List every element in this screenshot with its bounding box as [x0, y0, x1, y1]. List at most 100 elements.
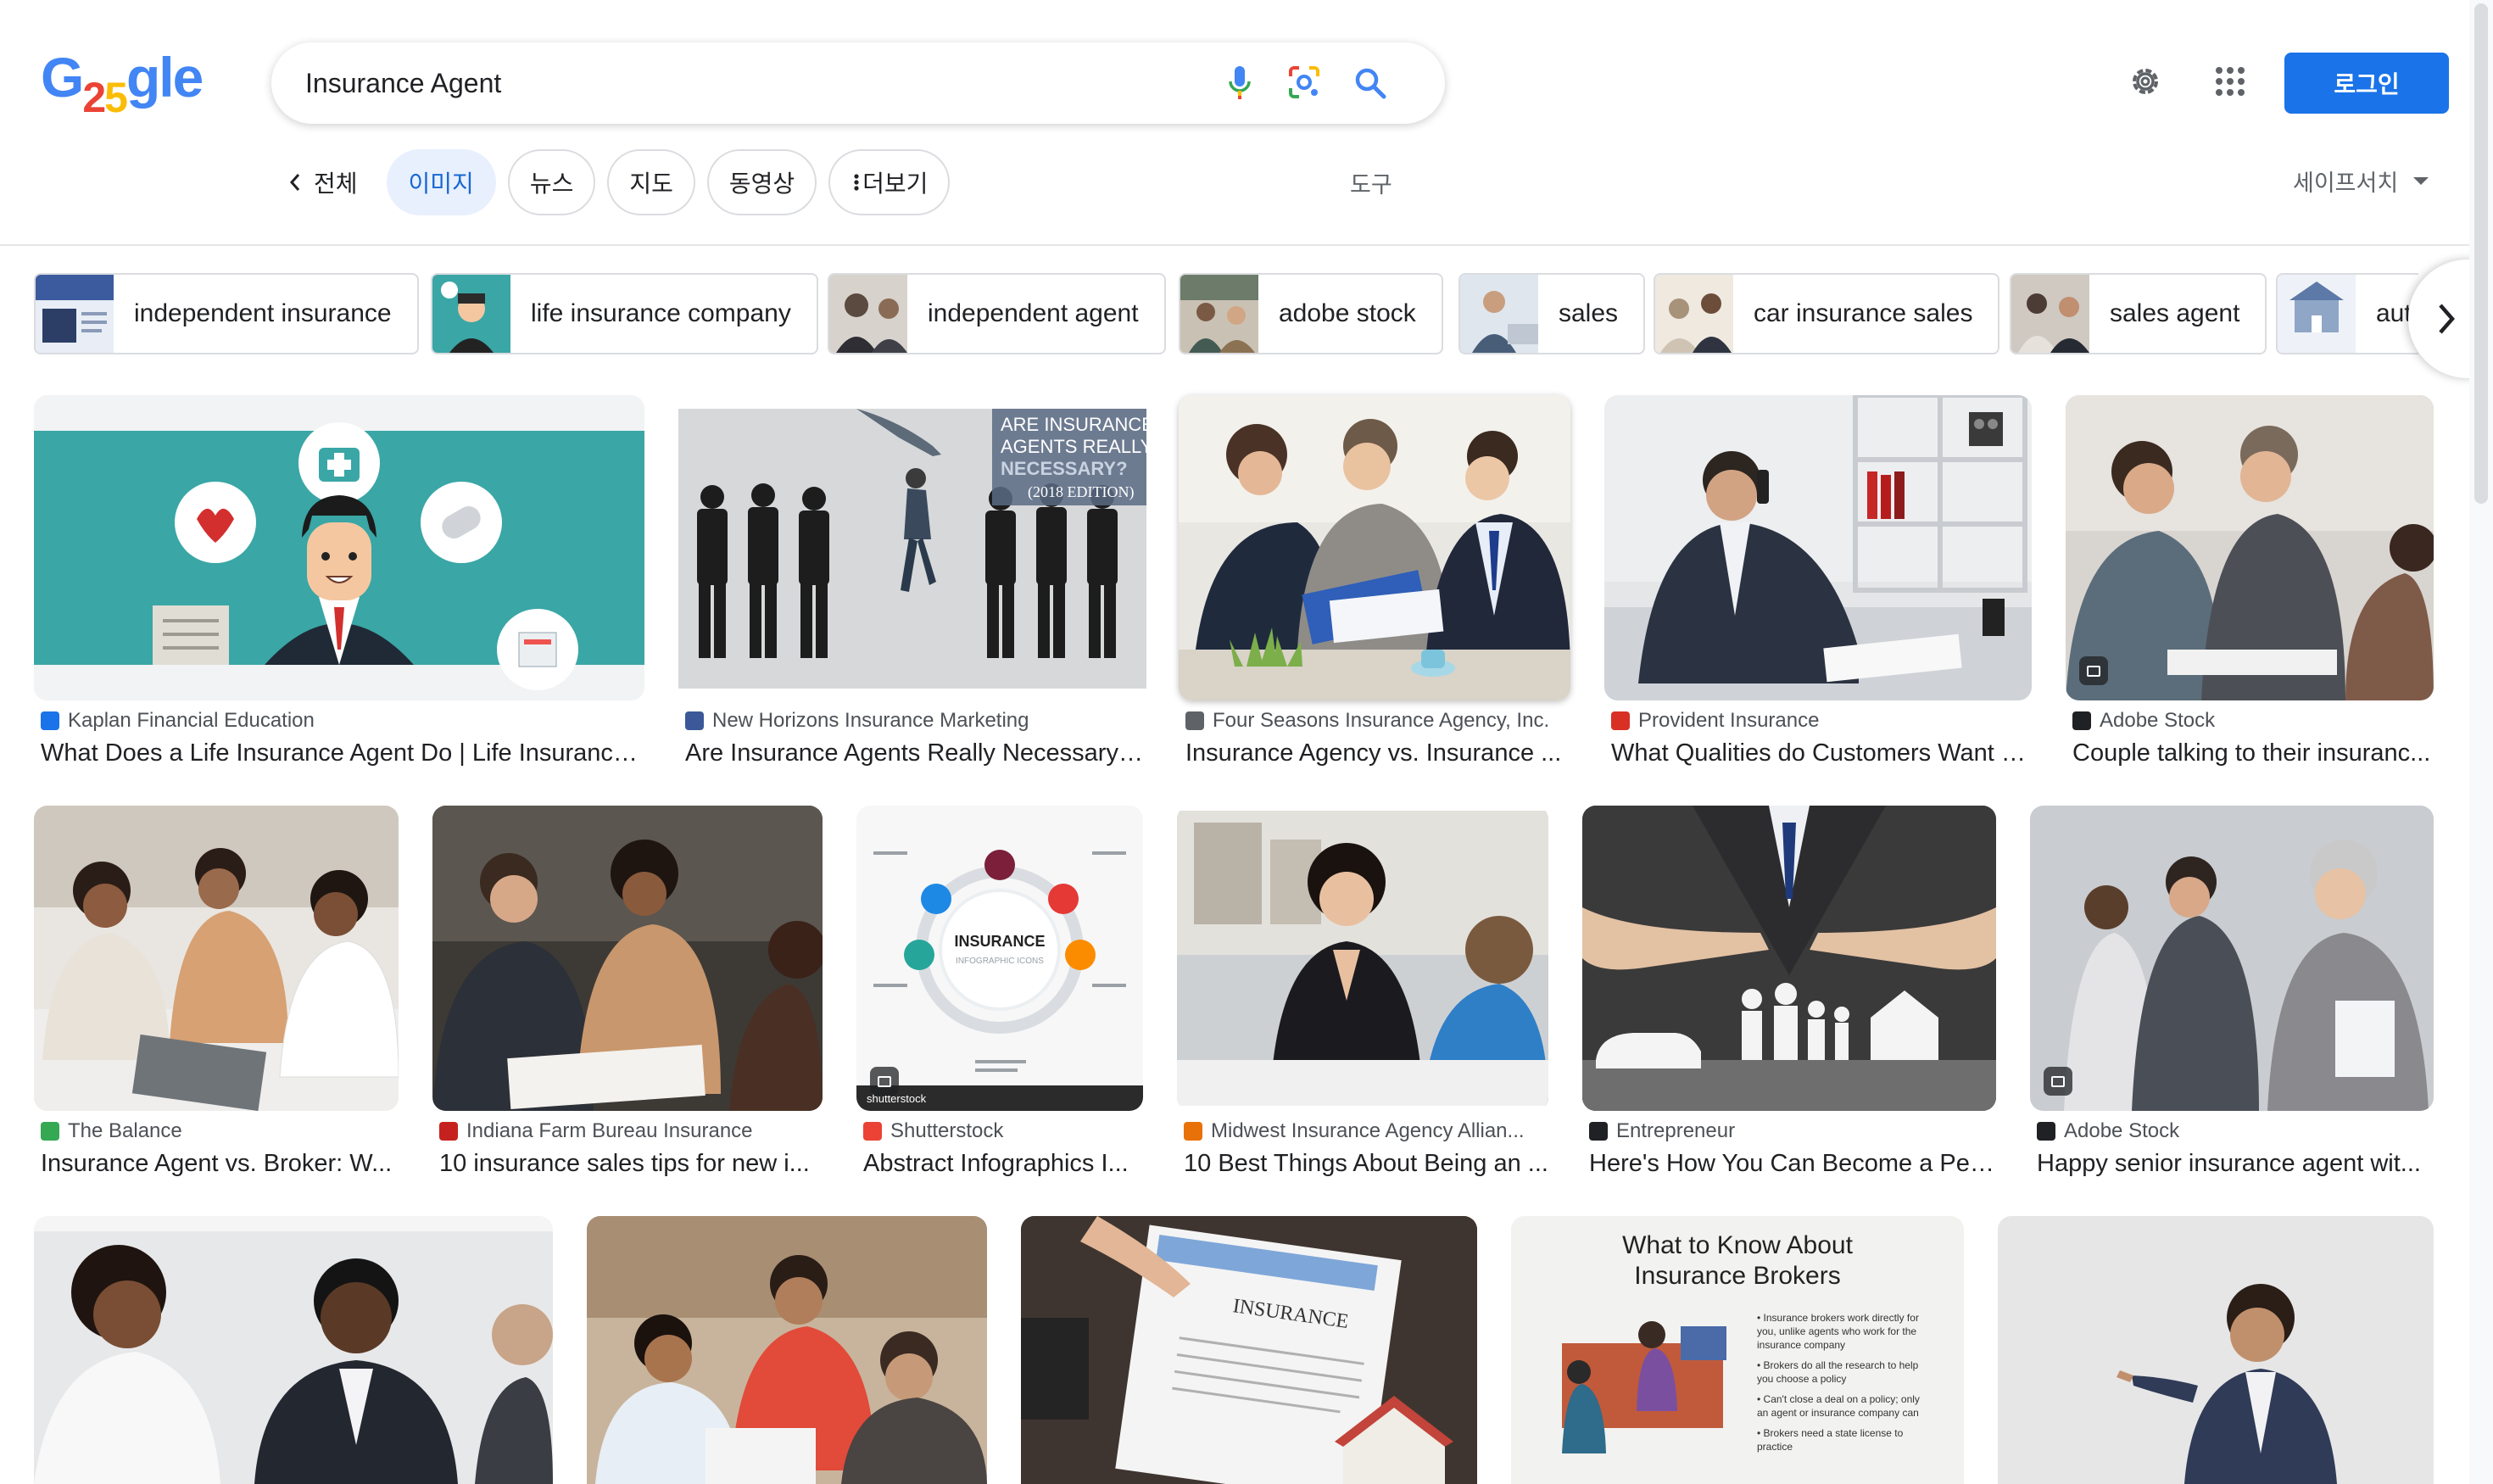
safesearch-dropdown[interactable]: 세이프서치 — [2293, 165, 2429, 198]
result-image[interactable]: INSURANCE INFOGRAPHIC ICONS shutterstock — [856, 806, 1143, 1111]
related-chip[interactable]: adobe stock — [1179, 273, 1443, 354]
search-input[interactable] — [305, 63, 1153, 103]
result-title[interactable]: Are Insurance Agents Really Necessary?..… — [685, 739, 1143, 767]
result-source[interactable]: Midwest Insurance Agency Allian... — [1184, 1119, 1525, 1143]
result-image[interactable] — [1179, 395, 1570, 700]
result-source[interactable]: Provident Insurance — [1611, 709, 1819, 733]
related-chip[interactable]: sales — [1458, 273, 1646, 354]
chip-thumbnail — [2011, 275, 2089, 353]
source-name: Four Seasons Insurance Agency, Inc. — [1213, 709, 1550, 732]
result-title[interactable]: What Qualities do Customers Want i... — [1611, 739, 2027, 767]
result-source[interactable]: Shutterstock — [863, 1119, 1003, 1143]
search-icon[interactable] — [1350, 63, 1391, 103]
result-source[interactable]: The Balance — [41, 1119, 182, 1143]
related-chip[interactable]: independent agent — [828, 273, 1166, 354]
source-name: Provident Insurance — [1638, 709, 1820, 732]
result-image[interactable] — [2030, 806, 2434, 1111]
image-result[interactable]: Provident Insurance What Qualities do Cu… — [1604, 395, 2032, 777]
result-image[interactable]: What to Know About Insurance Brokers • I… — [1511, 1216, 1964, 1484]
result-title[interactable]: Insurance Agent vs. Broker: W... — [41, 1150, 399, 1178]
result-image[interactable] — [34, 1216, 553, 1484]
search-type-tabs: 전체 이미지 뉴스 지도 동영상 더보기 — [280, 149, 951, 215]
result-image[interactable] — [1177, 806, 1548, 1111]
result-title[interactable]: 10 Best Things About Being an ... — [1184, 1150, 1548, 1178]
chip-label: sales — [1559, 299, 1619, 327]
tab-label: 동영상 — [728, 170, 795, 197]
login-button[interactable]: 로그인 — [2284, 53, 2449, 114]
tab-videos[interactable]: 동영상 — [706, 149, 817, 215]
image-result[interactable] — [587, 1216, 987, 1484]
result-image[interactable] — [1998, 1216, 2434, 1484]
result-image[interactable] — [34, 395, 644, 700]
result-source[interactable]: Adobe Stock — [2072, 709, 2215, 733]
chip-thumbnail — [36, 275, 114, 353]
result-image[interactable] — [2066, 395, 2434, 700]
infographic-point: practice — [1757, 1441, 1793, 1453]
related-chip[interactable]: car insurance sales — [1654, 273, 2000, 354]
chip-thumbnail — [1180, 275, 1258, 353]
image-result[interactable]: Four Seasons Insurance Agency, Inc. Insu… — [1179, 395, 1570, 777]
result-image[interactable] — [432, 806, 823, 1111]
result-image[interactable]: ARE INSURANCE AGENTS REALLY NECESSARY? (… — [678, 395, 1146, 700]
tab-label: 더보기 — [862, 170, 929, 197]
tab-all[interactable]: 전체 — [280, 149, 375, 215]
related-chip[interactable]: independent insurance — [34, 273, 419, 354]
related-chip[interactable]: life insurance company — [431, 273, 818, 354]
result-image[interactable]: INSURANCE — [1021, 1216, 1477, 1484]
overlay-text: (2018 EDITION) — [1028, 483, 1134, 501]
result-image[interactable] — [587, 1216, 987, 1484]
overlay-text: ARE INSURANCE — [1001, 414, 1146, 435]
result-source[interactable]: Kaplan Financial Education — [41, 709, 315, 733]
tools-button[interactable]: 도구 — [1350, 166, 1392, 199]
image-result[interactable]: Adobe Stock Happy senior insurance agent… — [2030, 806, 2434, 1187]
image-result[interactable]: INSURANCE — [1021, 1216, 1477, 1484]
gear-icon[interactable] — [2125, 61, 2166, 102]
image-result[interactable] — [34, 1216, 553, 1484]
tab-images[interactable]: 이미지 — [386, 149, 496, 215]
image-result[interactable]: Kaplan Financial Education What Does a L… — [34, 395, 644, 777]
lens-camera-icon[interactable] — [1284, 63, 1325, 103]
result-title[interactable]: What Does a Life Insurance Agent Do | Li… — [41, 739, 643, 767]
infographic-point: • Brokers need a state license to — [1757, 1427, 1904, 1439]
microphone-icon[interactable] — [1219, 63, 1260, 103]
result-image[interactable] — [34, 806, 399, 1111]
result-title[interactable]: Insurance Agency vs. Insurance ... — [1185, 739, 1567, 767]
tab-maps[interactable]: 지도 — [607, 149, 695, 215]
result-title[interactable]: 10 insurance sales tips for new i... — [439, 1150, 821, 1178]
google-doodle-logo[interactable]: G25gle — [41, 49, 204, 119]
infographic-title: What to Know About — [1622, 1231, 1853, 1259]
related-chip[interactable]: sales agent — [2010, 273, 2267, 354]
image-result[interactable]: INSURANCE INFOGRAPHIC ICONS shutterstock… — [856, 806, 1143, 1187]
result-source[interactable]: New Horizons Insurance Marketing — [685, 709, 1029, 733]
result-title[interactable]: Here's How You Can Become a Per... — [1589, 1150, 1996, 1178]
image-result[interactable]: ARE INSURANCE AGENTS REALLY NECESSARY? (… — [678, 395, 1146, 777]
image-result[interactable]: What to Know About Insurance Brokers • I… — [1511, 1216, 1964, 1484]
image-result[interactable]: Entrepreneur Here's How You Can Become a… — [1582, 806, 1996, 1187]
logo-letter: gle — [125, 46, 204, 109]
scrollbar-thumb[interactable] — [2474, 3, 2488, 504]
tab-more[interactable]: 더보기 — [828, 149, 951, 215]
apps-grid-icon[interactable] — [2210, 61, 2250, 102]
result-source[interactable]: Four Seasons Insurance Agency, Inc. — [1185, 709, 1549, 733]
tab-news[interactable]: 뉴스 — [507, 149, 596, 215]
result-image[interactable] — [1582, 806, 1996, 1111]
favicon — [1184, 1122, 1202, 1141]
image-result[interactable]: Indiana Farm Bureau Insurance 10 insuran… — [432, 806, 823, 1187]
result-title[interactable]: Abstract Infographics I... — [863, 1150, 1143, 1178]
result-image[interactable] — [1604, 395, 2032, 700]
image-result[interactable]: Adobe Stock Couple talking to their insu… — [2066, 395, 2434, 777]
image-result[interactable] — [1998, 1216, 2434, 1484]
result-source[interactable]: Adobe Stock — [2037, 1119, 2179, 1143]
result-title[interactable]: Happy senior insurance agent wit... — [2037, 1150, 2435, 1178]
result-source[interactable]: Indiana Farm Bureau Insurance — [439, 1119, 753, 1143]
result-source[interactable]: Entrepreneur — [1589, 1119, 1735, 1143]
related-chip[interactable]: aut — [2276, 273, 2418, 354]
result-title[interactable]: Couple talking to their insuranc... — [2072, 739, 2434, 767]
page-scrollbar[interactable] — [2469, 0, 2493, 1484]
chip-label: adobe stock — [1279, 299, 1416, 327]
search-box — [271, 42, 1445, 124]
image-result[interactable]: The Balance Insurance Agent vs. Broker: … — [34, 806, 399, 1187]
image-result[interactable]: Midwest Insurance Agency Allian... 10 Be… — [1177, 806, 1548, 1187]
favicon — [863, 1122, 882, 1141]
chip-thumbnail — [432, 275, 510, 353]
